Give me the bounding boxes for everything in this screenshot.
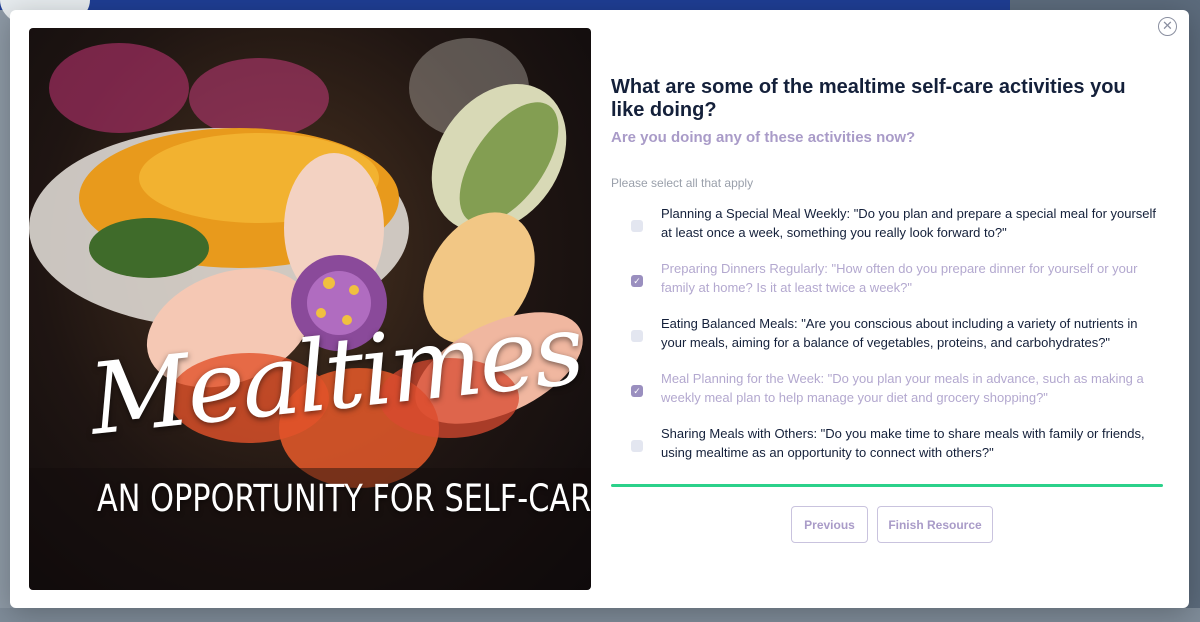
option-special-meal[interactable]: Planning a Special Meal Weekly: "Do you … (611, 204, 1163, 259)
option-checkbox[interactable] (631, 220, 643, 232)
select-instruction: Please select all that apply (611, 176, 754, 190)
question-title: What are some of the mealtime self-care … (611, 76, 1126, 121)
resource-modal: ✕ Mealtimes AN OPPORTUNITY FOR SELF-CARE… (10, 10, 1189, 608)
mealtimes-hero-image: Mealtimes AN OPPORTUNITY FOR SELF-CARE (29, 28, 591, 590)
hero-tagline: AN OPPORTUNITY FOR SELF-CARE (97, 477, 591, 520)
option-meal-planning[interactable]: ✓ Meal Planning for the Week: "Do you pl… (611, 369, 1163, 424)
option-label: Preparing Dinners Regularly: "How often … (661, 261, 1138, 295)
option-checkbox[interactable] (631, 330, 643, 342)
question-subtitle: Are you doing any of these activities no… (611, 129, 916, 146)
option-balanced-meals[interactable]: Eating Balanced Meals: "Are you consciou… (611, 314, 1163, 369)
option-label: Meal Planning for the Week: "Do you plan… (661, 371, 1144, 405)
option-label: Eating Balanced Meals: "Are you consciou… (661, 316, 1138, 350)
option-preparing-dinners[interactable]: ✓ Preparing Dinners Regularly: "How ofte… (611, 259, 1163, 314)
option-label: Sharing Meals with Others: "Do you make … (661, 426, 1145, 460)
option-checkbox[interactable]: ✓ (631, 275, 643, 287)
background-footer (0, 608, 1200, 622)
checkmark-icon: ✓ (633, 276, 641, 286)
option-label: Planning a Special Meal Weekly: "Do you … (661, 206, 1157, 240)
checkmark-icon: ✓ (633, 386, 641, 396)
option-checkbox[interactable]: ✓ (631, 385, 643, 397)
option-sharing-meals[interactable]: Sharing Meals with Others: "Do you make … (611, 424, 1163, 479)
previous-button[interactable]: Previous (791, 506, 868, 543)
finish-resource-button[interactable]: Finish Resource (877, 506, 993, 543)
question-panel: What are some of the mealtime self-care … (611, 10, 1171, 608)
progress-bar (611, 484, 1163, 487)
options-list: Planning a Special Meal Weekly: "Do you … (611, 204, 1163, 479)
option-checkbox[interactable] (631, 440, 643, 452)
